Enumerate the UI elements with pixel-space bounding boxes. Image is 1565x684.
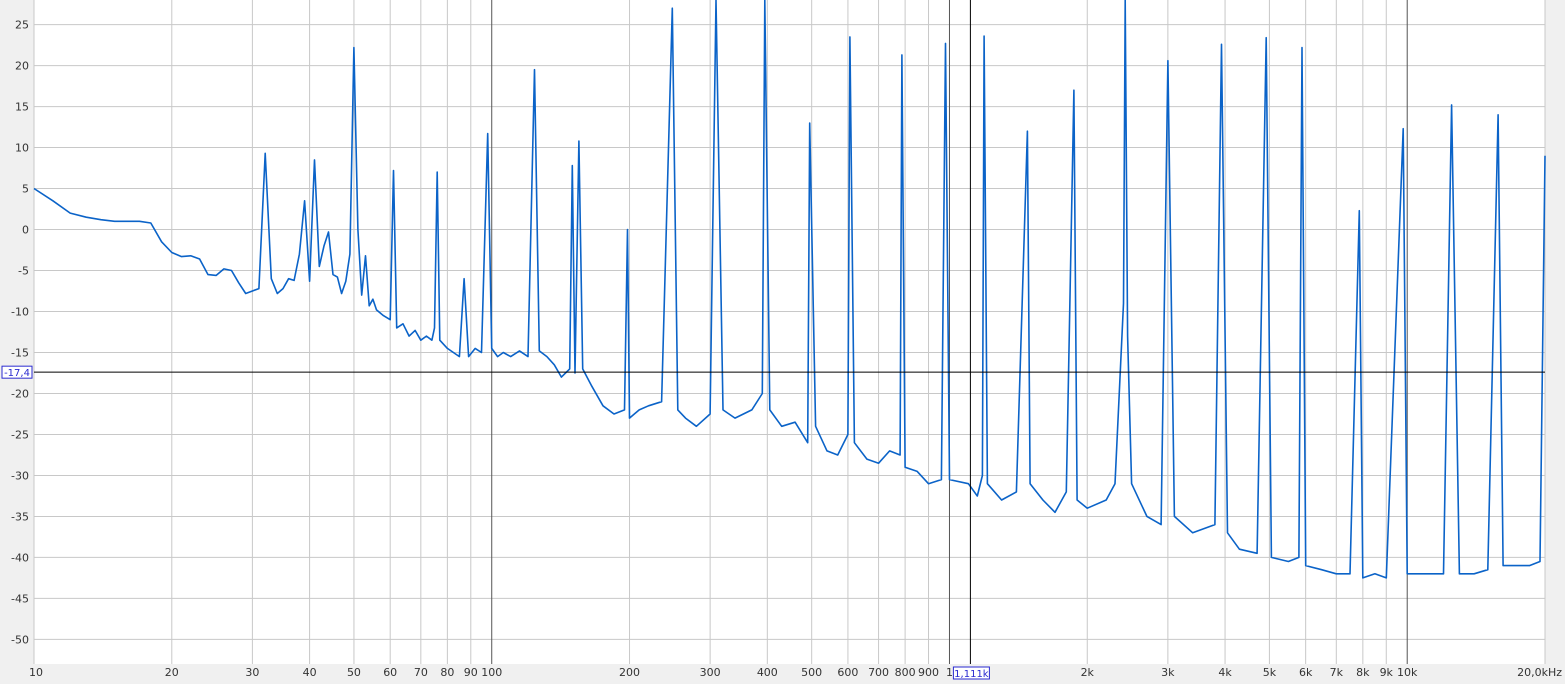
x-tick-label: 6k <box>1299 666 1313 679</box>
x-tick-label: 90 <box>464 666 478 679</box>
x-tick-label: 500 <box>801 666 822 679</box>
y-tick-label: -30 <box>11 469 29 482</box>
y-tick-label: 15 <box>15 101 29 114</box>
x-tick-label: 200 <box>619 666 640 679</box>
x-tick-label: 2k <box>1081 666 1095 679</box>
spectrum-chart-svg[interactable]: 2520151050-5-10-15-20-25-30-35-40-45-50 … <box>0 0 1565 680</box>
x-tick-label: 20,0kHz <box>1517 666 1562 679</box>
x-tick-label: 700 <box>868 666 889 679</box>
cursor-y-readout: -17,4 <box>4 368 30 379</box>
y-tick-label: -40 <box>11 551 29 564</box>
y-tick-label: -50 <box>11 633 29 646</box>
y-tick-label: 0 <box>22 224 29 237</box>
x-tick-label: 4k <box>1218 666 1232 679</box>
x-tick-label: 7k <box>1330 666 1344 679</box>
y-tick-label: 5 <box>22 183 29 196</box>
x-tick-label: 400 <box>757 666 778 679</box>
x-axis-labels: 10 20 30 40 50 60 70 80 90 100 200 300 400 500 600 700 8… <box>29 666 1562 679</box>
x-tick-label: 70 <box>414 666 428 679</box>
x-tick-label: 10 <box>29 666 43 679</box>
y-tick-label: 20 <box>15 60 29 73</box>
x-tick-label: 50 <box>347 666 361 679</box>
x-tick-label: 300 <box>700 666 721 679</box>
y-tick-label: -25 <box>11 428 29 441</box>
x-tick-label: 100 <box>481 666 502 679</box>
y-tick-label: -5 <box>18 265 29 278</box>
plot-area[interactable] <box>34 0 1545 664</box>
x-tick-label: 900 <box>918 666 939 679</box>
x-tick-label: 9k <box>1380 666 1394 679</box>
x-tick-label: 20 <box>165 666 179 679</box>
x-tick-label: 5k <box>1263 666 1277 679</box>
y-tick-label: -35 <box>11 510 29 523</box>
x-tick-label: 10k <box>1397 666 1418 679</box>
x-tick-label: 600 <box>837 666 858 679</box>
y-tick-label: -20 <box>11 387 29 400</box>
x-tick-label: 800 <box>895 666 916 679</box>
x-tick-label: 8k <box>1356 666 1370 679</box>
y-tick-label: -15 <box>11 346 29 359</box>
y-tick-label: -10 <box>11 306 29 319</box>
spectrum-plot[interactable]: 25 20 15 10 5 0 -5 -10 -15 -20 -25 -30 -35 -40 -45 -50 … <box>0 0 1565 680</box>
cursor-x-readout: 1,111k <box>954 669 989 680</box>
y-tick-label: -45 <box>11 592 29 605</box>
y-tick-label: 10 <box>15 142 29 155</box>
x-tick-label: 80 <box>440 666 454 679</box>
x-tick-label: 40 <box>303 666 317 679</box>
x-tick-label: 30 <box>245 666 259 679</box>
x-tick-label: 60 <box>383 666 397 679</box>
y-tick-label: 25 <box>15 19 29 32</box>
x-tick-label: 1 <box>946 666 953 679</box>
x-tick-label: 3k <box>1161 666 1175 679</box>
y-axis-labels: 25 20 15 10 5 0 -5 -10 -15 -20 -25 -30 -35 -40 -45 -50 <box>11 19 29 647</box>
